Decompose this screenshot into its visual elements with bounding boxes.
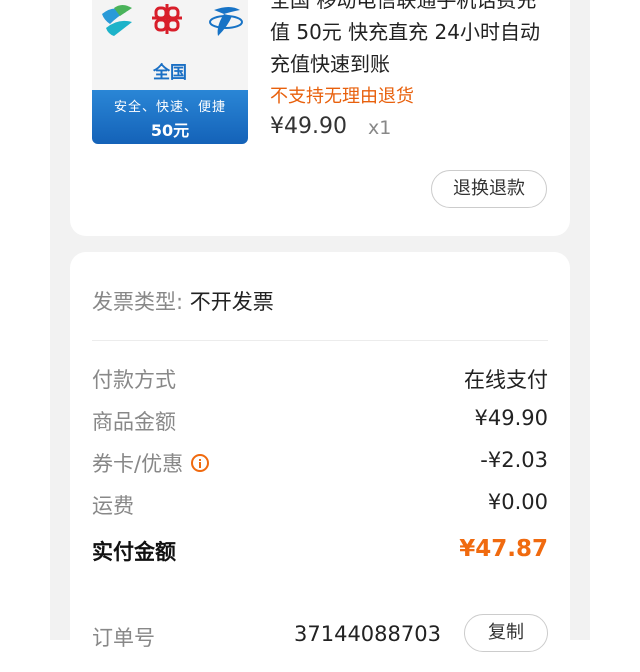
product-quantity: x1 bbox=[368, 117, 392, 139]
product-image[interactable]: 全国 安全、快速、便捷 50元 bbox=[92, 0, 248, 144]
shipping-fee-value: ¥0.00 bbox=[487, 490, 548, 514]
coupon-discount-value: -¥2.03 bbox=[480, 448, 548, 472]
invoice-type-row: 发票类型: 不开发票 bbox=[92, 286, 274, 316]
actual-paid-value: ¥47.87 bbox=[459, 536, 548, 562]
image-slogan: 安全、快速、便捷 bbox=[113, 100, 226, 115]
no-return-warning: 不支持无理由退货 bbox=[270, 86, 414, 107]
coupon-discount-label-text: 券卡/优惠 bbox=[92, 452, 184, 476]
payment-method-value: 在线支付 bbox=[464, 368, 548, 392]
shipping-fee-label: 运费 bbox=[92, 494, 134, 518]
actual-paid-label: 实付金额 bbox=[92, 540, 176, 564]
actual-paid-row: 实付金额 ¥47.87 bbox=[92, 536, 548, 566]
product-price: ¥49.90 bbox=[270, 114, 347, 139]
info-icon[interactable] bbox=[191, 454, 210, 472]
divider bbox=[92, 340, 548, 341]
coupon-discount-label: 券卡/优惠 bbox=[92, 448, 210, 478]
coupon-discount-row: 券卡/优惠 -¥2.03 bbox=[92, 448, 548, 478]
order-info-card: 发票类型: 不开发票 付款方式 在线支付 商品金额 ¥49.90 券卡/优惠 -… bbox=[70, 252, 570, 672]
image-band: 安全、快速、便捷 50元 bbox=[92, 90, 248, 144]
goods-amount-value: ¥49.90 bbox=[474, 406, 548, 430]
image-region-text: 全国 bbox=[153, 63, 187, 83]
china-mobile-logo-icon bbox=[102, 5, 132, 36]
product-card: 全国 安全、快速、便捷 50元 全国 移动电信联通手机话费充值 50元 快充直充… bbox=[70, 0, 570, 236]
china-telecom-logo-icon bbox=[209, 7, 243, 36]
product-title[interactable]: 全国 移动电信联通手机话费充值 50元 快充直充 24小时自动充值快速到账 bbox=[270, 0, 550, 80]
payment-method-label: 付款方式 bbox=[92, 368, 176, 392]
return-refund-button[interactable]: 退换退款 bbox=[431, 170, 547, 208]
china-unicom-logo-icon bbox=[152, 4, 182, 34]
goods-amount-label: 商品金额 bbox=[92, 410, 176, 434]
invoice-type-value: 不开发票 bbox=[189, 290, 274, 314]
order-number-row: 订单号 37144088703 复制 bbox=[92, 614, 548, 654]
payment-method-row: 付款方式 在线支付 bbox=[92, 364, 548, 394]
image-amount: 50元 bbox=[150, 121, 190, 140]
order-number-value: 37144088703 bbox=[294, 622, 441, 646]
copy-button[interactable]: 复制 bbox=[464, 614, 548, 652]
goods-amount-row: 商品金额 ¥49.90 bbox=[92, 406, 548, 436]
carrier-logos bbox=[102, 4, 243, 36]
order-number-label: 订单号 bbox=[92, 626, 155, 650]
invoice-type-label: 发票类型: bbox=[92, 290, 190, 314]
shipping-fee-row: 运费 ¥0.00 bbox=[92, 490, 548, 520]
